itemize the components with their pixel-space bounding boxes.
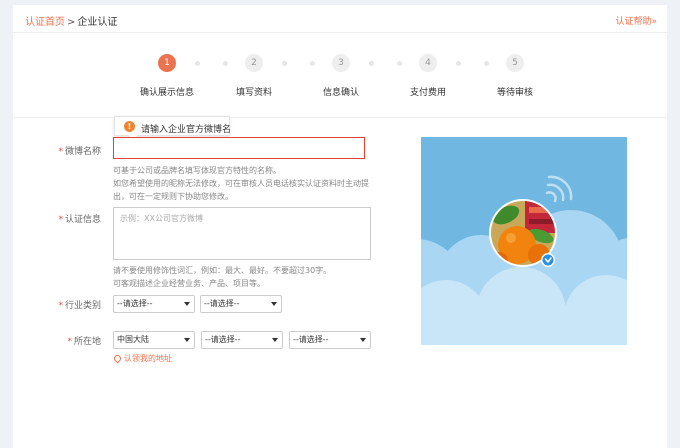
weibo-name-label-text: 微博名称 xyxy=(64,147,101,157)
location-label-text: 所在地 xyxy=(73,337,101,347)
step-connector-dot xyxy=(195,61,200,66)
chevron-down-icon xyxy=(272,338,278,342)
industry-select-1[interactable]: --请选择-- xyxy=(113,295,195,313)
step-5-circle: 5 xyxy=(506,54,524,72)
breadcrumb-current: 企业认证 xyxy=(77,17,118,28)
locate-address-link[interactable]: 认领我的地址 xyxy=(112,353,172,364)
chevron-down-icon xyxy=(360,338,366,342)
location-province-value: --请选择-- xyxy=(205,335,241,344)
location-country-value: 中国大陆 xyxy=(117,335,149,344)
page-card: 认证首页 > 企业认证 认证帮助» 1 2 3 4 5 确认展示信息 填写资料 信息… xyxy=(13,5,667,448)
step-connector-dot xyxy=(282,61,287,66)
step-2-label: 填写资料 xyxy=(235,88,273,98)
industry-label-text: 行业类别 xyxy=(64,301,101,311)
step-connector-dot xyxy=(397,61,402,66)
step-connector-dot xyxy=(369,61,374,66)
auth-info-hint-2: 可客观描述企业经营业务、产品、项目等。 xyxy=(113,279,265,288)
location-province-select[interactable]: --请选择-- xyxy=(201,331,283,349)
step-3-label: 信息确认 xyxy=(322,88,360,98)
industry-select-2-value: --请选择-- xyxy=(204,299,240,308)
breadcrumb-separator: > xyxy=(67,17,76,28)
industry-select-2[interactable]: --请选择-- xyxy=(200,295,282,313)
location-pin-icon xyxy=(112,353,123,364)
chevron-down-icon xyxy=(271,302,277,306)
weibo-name-hint-1: 可基于公司或品牌名填写体现官方特性的名称。 xyxy=(113,166,281,175)
error-tooltip: ! 请输入企业官方微博名 xyxy=(114,116,232,142)
required-mark: * xyxy=(58,147,63,157)
chevron-down-icon xyxy=(184,302,190,306)
weibo-name-hint-3: 出，可在一定规则下协助您修改。 xyxy=(113,192,233,201)
step-connector-dot xyxy=(484,61,489,66)
breadcrumb: 认证首页 > 企业认证 xyxy=(25,13,117,28)
error-tooltip-text: 请输入企业官方微博名 xyxy=(141,125,232,135)
auth-info-textarea[interactable]: 示例：XX公司官方微博 xyxy=(113,207,371,260)
breadcrumb-home-link[interactable]: 认证首页 xyxy=(25,17,65,28)
profile-preview xyxy=(421,137,627,345)
help-link[interactable]: 认证帮助» xyxy=(615,14,657,27)
weibo-name-label: * 微博名称 xyxy=(21,144,101,157)
required-mark: * xyxy=(58,301,63,311)
required-mark: * xyxy=(67,337,72,347)
industry-select-1-value: --请选择-- xyxy=(117,299,153,308)
location-city-select[interactable]: --请选择-- xyxy=(289,331,371,349)
required-mark: * xyxy=(58,215,63,225)
preview-illustration xyxy=(421,137,627,345)
step-connector-dot xyxy=(310,61,315,66)
industry-label: * 行业类别 xyxy=(21,298,101,311)
location-country-select[interactable]: 中国大陆 xyxy=(113,331,195,349)
weibo-name-input[interactable] xyxy=(113,137,365,159)
location-city-value: --请选择-- xyxy=(293,335,329,344)
step-3-circle: 3 xyxy=(332,54,350,72)
weibo-name-hint-2: 如您希望使用的昵称无法修改，可在审核人员电话核实认证资料时主动提 xyxy=(113,179,369,188)
step-2-circle: 2 xyxy=(245,54,263,72)
step-4-circle: 4 xyxy=(419,54,437,72)
divider xyxy=(13,117,667,118)
location-label: * 所在地 xyxy=(21,334,101,347)
auth-info-label-text: 认证信息 xyxy=(64,215,101,225)
step-connector-dot xyxy=(456,61,461,66)
step-4-label: 支付费用 xyxy=(409,88,447,98)
step-1-label: 确认展示信息 xyxy=(139,88,195,98)
step-connector-dot xyxy=(223,61,228,66)
step-1-circle: 1 xyxy=(158,54,176,72)
verified-check-icon xyxy=(542,254,554,266)
auth-info-hint-1: 请不要使用修饰性词汇，例如：最大、最好。不要超过30字。 xyxy=(113,266,332,275)
page-header: 认证首页 > 企业认证 认证帮助» xyxy=(13,5,667,33)
auth-info-label: * 认证信息 xyxy=(21,212,101,225)
step-5-label: 等待审核 xyxy=(496,88,534,98)
locate-address-text: 认领我的地址 xyxy=(124,354,172,363)
chevron-down-icon xyxy=(184,338,190,342)
